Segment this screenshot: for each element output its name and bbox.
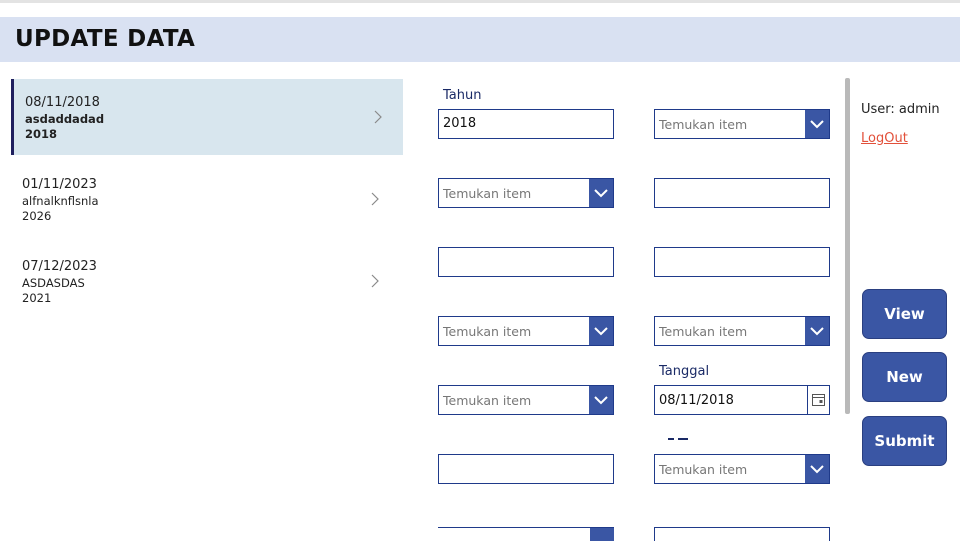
tanggal-datepicker[interactable]: 08/11/2018 [654, 385, 830, 415]
chevron-down-icon [810, 120, 824, 129]
chevron-right-icon[interactable] [371, 274, 380, 288]
dropdown-placeholder: Temukan item [443, 393, 532, 408]
gallery-item-name: alfnalknflsnla [22, 194, 99, 208]
dropdown-placeholder: Temukan item [659, 462, 748, 477]
text-field-partial[interactable] [654, 527, 830, 541]
view-button[interactable]: View [862, 289, 947, 339]
dropdown-placeholder: Temukan item [443, 186, 532, 201]
logout-link[interactable]: LogOut [861, 131, 908, 146]
date-value: 08/11/2018 [659, 393, 734, 408]
dropdown-toggle[interactable] [589, 386, 613, 414]
chevron-right-icon[interactable] [371, 192, 380, 206]
gallery-item-year: 2026 [22, 209, 52, 223]
calendar-button[interactable] [807, 386, 829, 414]
dropdown-placeholder: Temukan item [659, 117, 748, 132]
chevron-down-icon [594, 396, 608, 405]
chevron-right-icon[interactable] [374, 110, 383, 124]
calendar-icon [812, 394, 825, 406]
dropdown-field[interactable]: Temukan item [438, 385, 614, 415]
dropdown-placeholder: Temukan item [659, 324, 748, 339]
tanggal-label: Tanggal [659, 364, 710, 379]
page-title: UPDATE DATA [15, 26, 196, 52]
dropdown-field[interactable]: Temukan item [654, 454, 830, 484]
chevron-down-icon [810, 327, 824, 336]
dropdown-field[interactable]: Temukan item [438, 316, 614, 346]
dropdown-placeholder: Temukan item [443, 324, 532, 339]
header-bar: UPDATE DATA [0, 17, 960, 62]
text-field[interactable] [654, 247, 830, 277]
tahun-input[interactable]: 2018 [438, 109, 614, 139]
text-field-partial[interactable] [438, 527, 614, 541]
dropdown-toggle[interactable] [589, 317, 613, 345]
dropdown-toggle[interactable] [805, 455, 829, 483]
new-button[interactable]: New [862, 352, 947, 402]
gallery-item[interactable]: 08/11/2018 asdaddadad 2018 [11, 79, 403, 155]
clipped-label-fragment [660, 438, 696, 442]
gallery-item-year: 2021 [22, 291, 52, 305]
chevron-down-icon [594, 189, 608, 198]
text-field[interactable] [438, 247, 614, 277]
gallery-item-date: 01/11/2023 [22, 177, 97, 192]
top-border [0, 0, 960, 3]
gallery-item[interactable]: 01/11/2023 alfnalknflsnla 2026 [11, 161, 403, 237]
gallery-item-year: 2018 [25, 127, 58, 141]
dropdown-toggle[interactable] [805, 110, 829, 138]
dropdown-toggle[interactable] [589, 179, 613, 207]
gallery-item-name: asdaddadad [25, 112, 105, 126]
gallery-item[interactable]: 07/12/2023 ASDASDAS 2021 [11, 243, 403, 319]
dropdown-field[interactable]: Temukan item [654, 109, 830, 139]
gallery-item-date: 08/11/2018 [25, 95, 100, 110]
form-scrollbar[interactable] [845, 78, 850, 414]
dropdown-toggle[interactable] [805, 317, 829, 345]
dropdown-field[interactable]: Temukan item [654, 316, 830, 346]
tahun-label: Tahun [443, 88, 482, 103]
gallery-item-name: ASDASDAS [22, 276, 85, 290]
text-field[interactable] [438, 454, 614, 484]
text-field[interactable] [654, 178, 830, 208]
gallery-item-date: 07/12/2023 [22, 259, 97, 274]
chevron-down-icon [810, 465, 824, 474]
chevron-down-icon [594, 327, 608, 336]
dropdown-field[interactable]: Temukan item [438, 178, 614, 208]
user-label: User: admin [861, 102, 940, 117]
submit-button[interactable]: Submit [862, 416, 947, 466]
